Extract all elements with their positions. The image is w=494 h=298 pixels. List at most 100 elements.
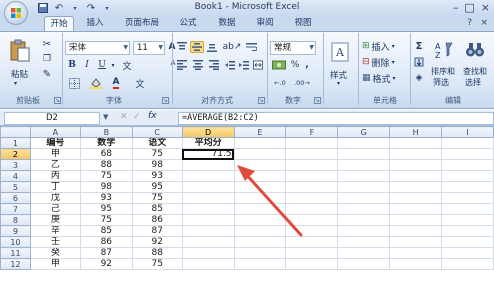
sheet-cell[interactable] xyxy=(441,236,494,248)
sheet-cell[interactable] xyxy=(181,170,235,182)
autosum-button[interactable]: Σ xyxy=(412,40,426,52)
minimize-button[interactable]: – xyxy=(453,1,459,14)
fill-icon[interactable] xyxy=(412,56,426,68)
sheet-cell[interactable]: 88 xyxy=(79,159,133,171)
sort-filter-button[interactable]: AZ xyxy=(431,38,455,62)
clear-icon[interactable]: ◈ xyxy=(412,72,426,84)
paste-button[interactable] xyxy=(6,36,34,66)
sheet-cell[interactable]: 85 xyxy=(79,225,133,237)
row-header[interactable]: 10 xyxy=(0,236,31,248)
sheet-cell[interactable]: 95 xyxy=(131,181,183,193)
sheet-cell[interactable]: 75 xyxy=(79,214,133,226)
increase-indent-icon[interactable] xyxy=(238,59,250,71)
sheet-cell[interactable]: 75 xyxy=(131,192,183,204)
sheet-cell[interactable] xyxy=(389,236,443,248)
sheet-cell[interactable] xyxy=(441,247,494,259)
find-select-button[interactable] xyxy=(463,38,487,62)
row-header[interactable]: 1 xyxy=(0,137,31,149)
sheet-cell[interactable]: 己 xyxy=(29,203,81,215)
alignment-launcher-icon[interactable]: ↘ xyxy=(258,97,265,104)
sheet-cell[interactable]: 95 xyxy=(79,203,133,215)
sheet-cell[interactable] xyxy=(233,148,287,160)
row-header[interactable]: 6 xyxy=(0,192,31,204)
sheet-cell[interactable]: 辛 xyxy=(29,225,81,237)
bold-button[interactable]: B xyxy=(66,59,78,71)
sheet-cell[interactable] xyxy=(181,225,235,237)
sheet-cell[interactable] xyxy=(233,170,287,182)
sheet-cell[interactable] xyxy=(389,159,443,171)
select-all-corner[interactable] xyxy=(0,126,31,138)
decrease-decimal-icon[interactable]: .00→ xyxy=(292,77,312,89)
sheet-cell[interactable] xyxy=(441,181,494,193)
sheet-cell[interactable] xyxy=(233,214,287,226)
sheet-cell[interactable] xyxy=(389,247,443,259)
sheet-cell[interactable] xyxy=(285,192,339,204)
tab-insert[interactable]: 插入 xyxy=(80,16,110,31)
tab-formulas[interactable]: 公式 xyxy=(174,16,202,31)
sheet-cell[interactable]: 癸 xyxy=(29,247,81,259)
sheet-cell[interactable] xyxy=(233,225,287,237)
sheet-cell[interactable]: 丁 xyxy=(29,181,81,193)
sheet-cell[interactable] xyxy=(441,170,494,182)
row-header[interactable]: 4 xyxy=(0,170,31,182)
borders-icon[interactable] xyxy=(66,77,82,89)
row-header[interactable]: 5 xyxy=(0,181,31,193)
sheet-cell[interactable] xyxy=(441,192,494,204)
sheet-cell[interactable]: 数学 xyxy=(79,137,133,149)
maximize-button[interactable]: □ xyxy=(464,1,474,14)
fill-color-icon[interactable] xyxy=(88,77,104,89)
sheet-cell[interactable] xyxy=(181,247,235,259)
row-header[interactable]: 12 xyxy=(0,258,31,270)
font-color-button[interactable]: A xyxy=(108,77,124,89)
sheet-cell[interactable] xyxy=(181,258,235,270)
sheet-cell[interactable] xyxy=(285,203,339,215)
sheet-cell[interactable] xyxy=(337,236,391,248)
close-button[interactable]: × xyxy=(481,1,490,14)
sheet-cell[interactable]: 甲 xyxy=(29,258,81,270)
save-icon[interactable] xyxy=(37,2,49,14)
column-header-i[interactable]: I xyxy=(441,126,494,138)
sheet-cell[interactable] xyxy=(337,225,391,237)
copy-icon[interactable]: ❐ xyxy=(40,53,54,65)
tab-page-layout[interactable]: 页面布局 xyxy=(118,16,166,31)
sheet-cell[interactable] xyxy=(233,203,287,215)
column-header-g[interactable]: G xyxy=(337,126,391,138)
column-header-c[interactable]: C xyxy=(131,126,183,138)
sheet-cell[interactable] xyxy=(441,159,494,171)
sheet-cell[interactable] xyxy=(389,214,443,226)
sheet-cell[interactable] xyxy=(337,192,391,204)
sheet-cell[interactable]: 平均分 xyxy=(181,137,235,149)
underline-button[interactable]: U xyxy=(96,59,108,71)
sheet-cell[interactable] xyxy=(285,148,339,160)
insert-function-button[interactable]: fx xyxy=(148,111,157,121)
increase-decimal-icon[interactable]: ←.0 xyxy=(270,77,290,89)
merge-center-icon[interactable] xyxy=(252,59,264,71)
sheet-cell[interactable] xyxy=(285,214,339,226)
sheet-cell[interactable] xyxy=(233,137,287,149)
sheet-cell[interactable]: 语文 xyxy=(131,137,183,149)
sheet-cell[interactable] xyxy=(181,214,235,226)
column-header-a[interactable]: A xyxy=(29,126,81,138)
sheet-cell[interactable] xyxy=(337,159,391,171)
underline-dropdown-icon[interactable]: ▾ xyxy=(109,59,117,71)
sheet-cell[interactable] xyxy=(285,137,339,149)
sheet-cell[interactable]: 68 xyxy=(79,148,133,160)
name-box-dropdown-icon[interactable]: ▼ xyxy=(103,113,108,121)
sheet-cell[interactable] xyxy=(285,181,339,193)
column-header-e[interactable]: E xyxy=(233,126,287,138)
paste-dropdown-icon[interactable]: ▾ xyxy=(14,80,17,87)
clipboard-launcher-icon[interactable]: ↘ xyxy=(54,97,61,104)
customize-qat-icon[interactable]: ▾ xyxy=(101,2,113,14)
sheet-cell[interactable] xyxy=(337,247,391,259)
sheet-cell[interactable] xyxy=(389,148,443,160)
sheet-cell[interactable] xyxy=(233,181,287,193)
row-header[interactable]: 3 xyxy=(0,159,31,171)
sheet-cell[interactable] xyxy=(441,148,494,160)
currency-format-icon[interactable] xyxy=(270,59,288,71)
confirm-entry-icon[interactable]: ✓ xyxy=(133,112,141,122)
sheet-cell[interactable] xyxy=(337,148,391,160)
sheet-cell[interactable] xyxy=(181,203,235,215)
sheet-cell[interactable] xyxy=(285,225,339,237)
row-header[interactable]: 2 xyxy=(0,148,31,160)
sheet-cell[interactable]: 75 xyxy=(79,170,133,182)
